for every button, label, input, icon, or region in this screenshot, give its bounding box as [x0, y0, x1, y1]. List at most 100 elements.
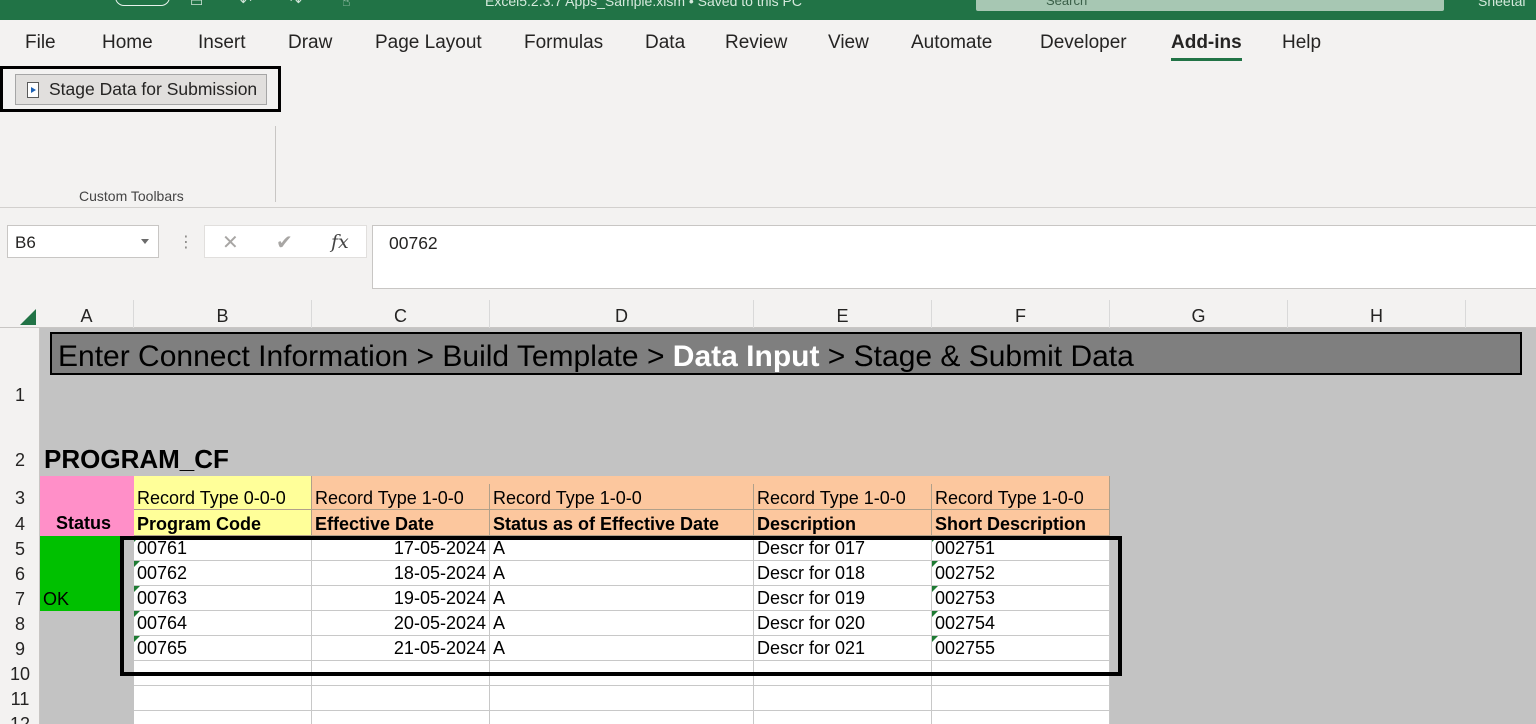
empty-cell[interactable] [312, 686, 490, 711]
empty-cell[interactable] [312, 711, 490, 724]
field-header-cell[interactable]: Effective Date [312, 510, 490, 536]
tab-formulas[interactable]: Formulas [524, 32, 603, 54]
column-header-h[interactable]: H [1288, 300, 1466, 328]
record-type-cell[interactable]: Record Type 1-0-0 [490, 484, 754, 510]
field-header-cell[interactable]: Short Description [932, 510, 1110, 536]
touch-mode-icon[interactable]: ☝ [342, 0, 351, 10]
row-header[interactable]: 7 [0, 589, 40, 610]
empty-cell[interactable] [490, 686, 754, 711]
empty-cell[interactable] [932, 686, 1110, 711]
effective-date-cell[interactable]: 20-05-2024 [312, 611, 490, 636]
description-cell[interactable]: Descr for 017 [754, 536, 932, 561]
empty-cell[interactable] [490, 661, 754, 686]
column-header-c[interactable]: C [312, 300, 490, 328]
redo-icon[interactable]: ↷ [290, 0, 302, 10]
empty-cell[interactable] [134, 661, 312, 686]
field-header-cell[interactable]: Description [754, 510, 932, 536]
column-header-b[interactable]: B [134, 300, 312, 328]
program-code-cell[interactable]: 00765 [134, 636, 312, 661]
record-type-cell[interactable]: Record Type 1-0-0 [312, 484, 490, 510]
select-all-corner[interactable] [0, 300, 40, 328]
worksheet-grid[interactable]: A B C D E F G H 1 2 3 4 5 6 7 8 9 10 11 … [0, 300, 1536, 724]
empty-cell[interactable] [134, 711, 312, 724]
empty-cell[interactable] [490, 711, 754, 724]
description-cell[interactable]: Descr for 021 [754, 636, 932, 661]
short-description-cell[interactable]: 002755 [932, 636, 1110, 661]
name-box[interactable]: B6 [7, 225, 159, 258]
tab-draw[interactable]: Draw [288, 32, 332, 54]
status-header-cell[interactable]: Status [40, 476, 134, 536]
row-header[interactable]: 10 [0, 664, 40, 685]
row-header[interactable]: 8 [0, 614, 40, 635]
effective-date-cell[interactable]: 19-05-2024 [312, 586, 490, 611]
status-cell[interactable]: A [490, 561, 754, 586]
status-cell[interactable]: A [490, 586, 754, 611]
tab-data[interactable]: Data [645, 32, 685, 54]
empty-cell[interactable] [754, 711, 932, 724]
description-cell[interactable]: Descr for 020 [754, 611, 932, 636]
autosave-toggle[interactable] [115, 0, 170, 6]
insert-function-icon[interactable]: fx [331, 231, 349, 253]
record-type-cell[interactable]: Record Type 1-0-0 [754, 484, 932, 510]
empty-cell[interactable] [754, 686, 932, 711]
tab-page-layout[interactable]: Page Layout [375, 32, 482, 54]
undo-icon[interactable]: ↶ [240, 0, 252, 10]
row-header[interactable]: 12 [0, 714, 40, 724]
cancel-icon[interactable]: ✕ [222, 230, 239, 254]
status-cell[interactable]: A [490, 611, 754, 636]
short-description-cell[interactable]: 002754 [932, 611, 1110, 636]
row-header[interactable]: 5 [0, 539, 40, 560]
column-header-f[interactable]: F [932, 300, 1110, 328]
tab-review[interactable]: Review [725, 32, 787, 54]
tab-home[interactable]: Home [102, 32, 153, 54]
column-header-d[interactable]: D [490, 300, 754, 328]
tab-add-ins[interactable]: Add-ins [1171, 32, 1242, 61]
row-header[interactable]: 9 [0, 639, 40, 660]
field-header-cell[interactable]: Status as of Effective Date [490, 510, 754, 536]
effective-date-cell[interactable]: 18-05-2024 [312, 561, 490, 586]
status-ok-cell[interactable]: OK [40, 536, 120, 611]
program-code-cell[interactable]: 00762 [134, 561, 312, 586]
stage-data-button[interactable]: Stage Data for Submission [15, 74, 267, 105]
effective-date-cell[interactable]: 21-05-2024 [312, 636, 490, 661]
row-header[interactable]: 2 [0, 450, 40, 471]
description-cell[interactable]: Descr for 018 [754, 561, 932, 586]
tab-insert[interactable]: Insert [198, 32, 246, 54]
tab-view[interactable]: View [828, 32, 869, 54]
field-header-cell[interactable]: Program Code [134, 510, 312, 536]
program-code-cell[interactable]: 00764 [134, 611, 312, 636]
empty-cell[interactable] [754, 661, 932, 686]
tab-file[interactable]: File [25, 32, 56, 54]
column-header-g[interactable]: G [1110, 300, 1288, 328]
empty-cell[interactable] [312, 661, 490, 686]
empty-cell[interactable] [134, 686, 312, 711]
column-header-a[interactable]: A [40, 300, 134, 328]
user-name[interactable]: Sheetal [1478, 0, 1525, 9]
short-description-cell[interactable]: 002753 [932, 586, 1110, 611]
row-header[interactable]: 4 [0, 514, 40, 535]
tab-developer[interactable]: Developer [1040, 32, 1127, 54]
description-cell[interactable]: Descr for 019 [754, 586, 932, 611]
record-type-cell[interactable]: Record Type 1-0-0 [932, 484, 1110, 510]
status-cell[interactable]: A [490, 636, 754, 661]
search-box[interactable]: Search [976, 0, 1444, 11]
row-header[interactable]: 6 [0, 564, 40, 585]
row-header[interactable]: 1 [0, 385, 40, 406]
short-description-cell[interactable]: 002752 [932, 561, 1110, 586]
tab-help[interactable]: Help [1282, 32, 1321, 54]
program-code-cell[interactable]: 00763 [134, 586, 312, 611]
save-icon[interactable]: ▭ [190, 0, 203, 10]
more-options-icon[interactable]: ⋮ [178, 232, 194, 251]
enter-icon[interactable]: ✔ [276, 230, 293, 254]
chevron-down-icon[interactable] [141, 239, 149, 244]
empty-cell[interactable] [932, 711, 1110, 724]
empty-cell[interactable] [932, 661, 1110, 686]
row-header[interactable]: 11 [0, 689, 40, 710]
tab-automate[interactable]: Automate [911, 32, 992, 54]
program-code-cell[interactable]: 00761 [134, 536, 312, 561]
row-header[interactable]: 3 [0, 488, 40, 509]
column-header-e[interactable]: E [754, 300, 932, 328]
short-description-cell[interactable]: 002751 [932, 536, 1110, 561]
effective-date-cell[interactable]: 17-05-2024 [312, 536, 490, 561]
record-type-cell[interactable]: Record Type 0-0-0 [134, 484, 312, 510]
